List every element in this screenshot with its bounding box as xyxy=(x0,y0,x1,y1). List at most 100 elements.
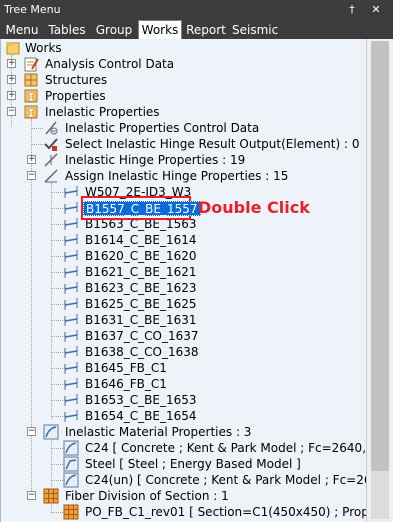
tree-node-label: Inelastic Hinge Properties : 19 xyxy=(65,153,246,167)
tree-node-properties[interactable]: + Properties xyxy=(5,88,365,104)
tree-node-material-properties[interactable]: − Inelastic Material Properties : 3 xyxy=(25,424,365,440)
collapse-icon[interactable]: − xyxy=(27,171,36,180)
tree-node-label: B1621_C_BE_1621 xyxy=(85,265,197,279)
close-icon[interactable]: ✕ xyxy=(368,2,384,18)
tree-node-hinge-properties[interactable]: + Inelastic Hinge Properties : 19 xyxy=(25,152,365,168)
tree-node-label: C24 [ Concrete ; Kent & Park Model ; Fc=… xyxy=(85,441,366,455)
assign-item[interactable]: B1623_C_BE_1623 xyxy=(45,280,365,296)
hinge-item-icon xyxy=(63,184,79,200)
hinge-item-icon xyxy=(63,232,79,248)
select-output-icon xyxy=(43,136,59,152)
assign-item[interactable]: B1645_FB_C1 xyxy=(45,360,365,376)
inelastic-properties-icon xyxy=(23,104,39,120)
hinge-item-icon xyxy=(63,392,79,408)
collapse-icon[interactable]: − xyxy=(27,427,36,436)
hinge-item-icon xyxy=(63,216,79,232)
material-curve-icon xyxy=(63,440,79,456)
hinge-item-icon xyxy=(63,328,79,344)
tree-line xyxy=(51,464,63,465)
material-curve-icon xyxy=(63,472,79,488)
tree-line xyxy=(31,128,43,129)
expand-icon[interactable]: + xyxy=(7,91,16,100)
material-item[interactable]: C24(un) [ Concrete ; Kent & Park Model ;… xyxy=(45,472,366,488)
fiber-section-icon xyxy=(63,504,79,520)
fiber-item[interactable]: PO_FB_C1_rev01 [ Section=C1(450x450) ; P… xyxy=(45,504,366,520)
tree-node-structures[interactable]: + Structures xyxy=(5,72,365,88)
tree-line xyxy=(51,288,63,289)
tab-works[interactable]: Works xyxy=(138,20,182,39)
tree-node-label: Works xyxy=(25,41,62,55)
pin-icon[interactable]: † xyxy=(344,2,360,18)
structures-icon xyxy=(23,72,39,88)
works-tree[interactable]: Works + Analysis Control Data + Structur… xyxy=(0,39,366,522)
assign-item[interactable]: B1631_C_BE_1631 xyxy=(45,312,365,328)
tab-seismic[interactable]: Seismic xyxy=(232,21,278,39)
assign-item[interactable]: B1620_C_BE_1620 xyxy=(45,248,365,264)
tree-node-inelastic-properties[interactable]: − Inelastic Properties xyxy=(5,104,365,120)
tree-line xyxy=(51,480,63,481)
hinge-item-icon xyxy=(63,360,79,376)
tab-tables[interactable]: Tables xyxy=(45,21,89,39)
expand-icon[interactable]: + xyxy=(7,75,16,84)
tree-line xyxy=(51,512,63,513)
collapse-icon[interactable]: − xyxy=(27,491,36,500)
tree-node-label: B1645_FB_C1 xyxy=(85,361,167,375)
collapse-icon[interactable]: − xyxy=(7,107,16,116)
tab-strip: Menu Tables Group Works Report Seismic xyxy=(0,20,393,39)
tree-line xyxy=(51,192,63,193)
tree-node-inelastic-control[interactable]: Inelastic Properties Control Data xyxy=(25,120,365,136)
tree-node-assign-hinge[interactable]: − Assign Inelastic Hinge Properties : 15 xyxy=(25,168,365,184)
analysis-control-icon xyxy=(23,56,39,72)
assign-item[interactable]: B1637_C_CO_1637 xyxy=(45,328,365,344)
tree-node-label: PO_FB_C1_rev01 [ Section=C1(450x450) ; P… xyxy=(85,505,366,519)
expand-icon[interactable]: + xyxy=(27,155,36,164)
tree-node-label: Properties xyxy=(45,89,106,103)
assign-item[interactable]: B1654_C_BE_1654 xyxy=(45,408,365,424)
tree-node-label: Select Inelastic Hinge Result Output(Ele… xyxy=(65,137,360,151)
hinge-item-icon xyxy=(63,200,79,216)
properties-icon xyxy=(23,88,39,104)
hinge-item-icon xyxy=(63,312,79,328)
vertical-scrollbar[interactable] xyxy=(366,39,393,522)
hinge-item-icon xyxy=(63,344,79,360)
panel-titlebar: Tree Menu † ✕ xyxy=(0,0,393,20)
panel-title: Tree Menu xyxy=(4,3,61,16)
tree-node-label: B1637_C_CO_1637 xyxy=(85,329,199,343)
fiber-division-icon xyxy=(43,488,59,504)
tab-menu[interactable]: Menu xyxy=(2,21,42,39)
tree-node-select-hinge-output[interactable]: Select Inelastic Hinge Result Output(Ele… xyxy=(25,136,365,152)
tree-line xyxy=(51,224,63,225)
tree-node-label: B1625_C_BE_1625 xyxy=(85,297,197,311)
assign-item[interactable]: B1625_C_BE_1625 xyxy=(45,296,365,312)
tree-node-works[interactable]: Works xyxy=(5,40,365,56)
tree-line xyxy=(51,368,63,369)
assign-item[interactable]: B1646_FB_C1 xyxy=(45,376,365,392)
tree-node-label: Steel [ Steel ; Energy Based Model ] xyxy=(85,457,301,471)
tree-line xyxy=(51,208,63,209)
assign-item[interactable]: B1638_C_CO_1638 xyxy=(45,344,365,360)
tree-line xyxy=(31,144,43,145)
assign-item[interactable]: B1653_C_BE_1653 xyxy=(45,392,365,408)
expand-icon[interactable]: + xyxy=(7,59,16,68)
tab-group[interactable]: Group xyxy=(92,21,136,39)
tree-node-label: B1623_C_BE_1623 xyxy=(85,281,197,295)
tree-line xyxy=(51,304,63,305)
hinge-item-icon xyxy=(63,264,79,280)
hinge-item-icon xyxy=(63,280,79,296)
tree-node-analysis-control[interactable]: + Analysis Control Data xyxy=(5,56,365,72)
assign-item[interactable]: B1614_C_BE_1614 xyxy=(45,232,365,248)
material-item[interactable]: Steel [ Steel ; Energy Based Model ] xyxy=(45,456,365,472)
tree-node-label: B1638_C_CO_1638 xyxy=(85,345,199,359)
tree-node-label: B1614_C_BE_1614 xyxy=(85,233,197,247)
material-item[interactable]: C24 [ Concrete ; Kent & Park Model ; Fc=… xyxy=(45,440,366,456)
tree-line xyxy=(51,448,63,449)
scrollbar-thumb[interactable] xyxy=(371,41,389,471)
hinge-item-icon xyxy=(63,248,79,264)
selected-tree-item[interactable]: B1557_C_BE_1557 xyxy=(83,201,201,216)
tree-node-fiber-division[interactable]: − Fiber Division of Section : 1 xyxy=(25,488,365,504)
tab-report[interactable]: Report xyxy=(184,21,228,39)
material-properties-icon xyxy=(43,424,59,440)
tree-node-label: Inelastic Properties xyxy=(45,105,160,119)
assign-item[interactable]: B1621_C_BE_1621 xyxy=(45,264,365,280)
hinge-item-icon xyxy=(63,296,79,312)
